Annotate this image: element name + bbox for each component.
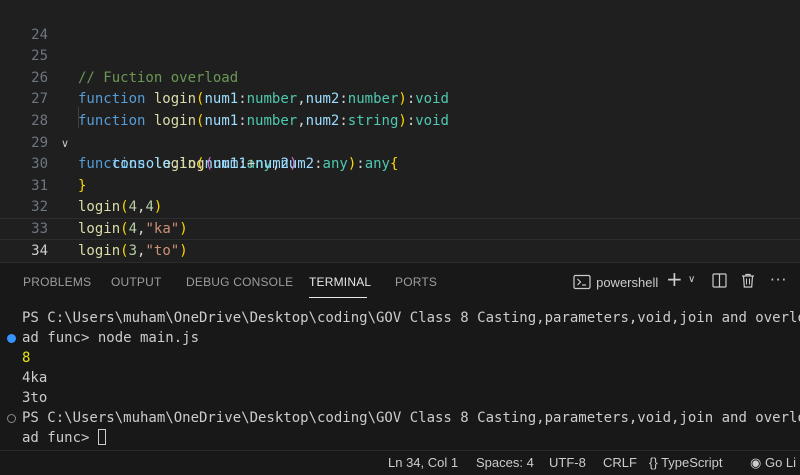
terminal-line: PS C:\Users\muham\OneDrive\Desktop\codin…	[22, 410, 800, 426]
braces-icon: {}	[649, 455, 658, 470]
chevron-down-icon[interactable]: ∨	[688, 274, 695, 285]
tab-ports[interactable]: PORTS	[395, 275, 437, 289]
code-line[interactable]: 26 function login(num1:number,num2:numbe…	[0, 46, 800, 108]
panel-tabs: PROBLEMS OUTPUT DEBUG CONSOLE TERMINAL P…	[0, 263, 560, 301]
command-success-icon[interactable]	[7, 334, 16, 343]
status-language[interactable]: {} TypeScript	[649, 455, 723, 470]
panel-actions: powershell + ∨ ···	[560, 263, 800, 301]
bottom-panel: PROBLEMS OUTPUT DEBUG CONSOLE TERMINAL P…	[0, 262, 800, 450]
current-line[interactable]: 34	[0, 218, 800, 259]
code-line[interactable]: 25 // Fuction overload	[0, 25, 800, 86]
terminal-output[interactable]: PS C:\Users\muham\OneDrive\Desktop\codin…	[0, 309, 800, 449]
terminal-prompt[interactable]: ad func>	[22, 429, 106, 449]
code-editor[interactable]: 24 25 // Fuction overload 26 function lo…	[0, 0, 800, 262]
code-line[interactable]: 31 login(4,4)	[0, 154, 800, 216]
broadcast-icon: ◉	[750, 456, 762, 471]
code-line[interactable]: 35	[0, 241, 800, 262]
code-line[interactable]: 27 function login(num1:number,num2:strin…	[0, 68, 800, 129]
terminal-line: 4ka	[22, 370, 48, 386]
status-eol[interactable]: CRLF	[603, 455, 637, 470]
tab-debug-console[interactable]: DEBUG CONSOLE	[186, 275, 293, 289]
split-icon[interactable]	[712, 273, 727, 292]
status-cursor-position[interactable]: Ln 34, Col 1	[388, 455, 458, 470]
tab-problems[interactable]: PROBLEMS	[23, 275, 91, 289]
more-icon[interactable]: ···	[770, 271, 787, 289]
terminal-icon	[573, 274, 591, 290]
code-line[interactable]: 24	[0, 3, 800, 43]
plus-icon[interactable]: +	[666, 269, 683, 289]
code-line[interactable]: 28 ∨ function login(num1:any,num2:any):a…	[0, 89, 800, 172]
tab-output[interactable]: OUTPUT	[111, 275, 162, 289]
tab-terminal[interactable]: TERMINAL	[309, 275, 371, 289]
trash-icon[interactable]	[741, 273, 755, 292]
status-indentation[interactable]: Spaces: 4	[476, 455, 534, 470]
code-line[interactable]: 30 }	[0, 133, 800, 194]
terminal-name: powershell	[596, 275, 659, 290]
code-line[interactable]: 33 login(3,"to")	[0, 197, 800, 259]
terminal-selector[interactable]: powershell	[573, 272, 658, 291]
status-encoding[interactable]: UTF-8	[549, 455, 586, 470]
code-line[interactable]: 29 console.log(num1+num2)	[0, 111, 800, 173]
command-pending-icon[interactable]	[7, 414, 16, 423]
terminal-cursor	[97, 429, 106, 445]
status-go-live[interactable]: ◉ Go Li	[750, 455, 796, 471]
terminal-line: PS C:\Users\muham\OneDrive\Desktop\codin…	[22, 310, 800, 326]
terminal-line: 8	[22, 350, 31, 366]
terminal-line: ad func> node main.js	[22, 330, 200, 346]
status-bar: Ln 34, Col 1 Spaces: 4 UTF-8 CRLF {} Typ…	[0, 450, 800, 475]
active-tab-indicator	[309, 297, 367, 298]
code-line[interactable]: 32 login(4,"ka")	[0, 176, 800, 237]
terminal-line: 3to	[22, 390, 48, 406]
